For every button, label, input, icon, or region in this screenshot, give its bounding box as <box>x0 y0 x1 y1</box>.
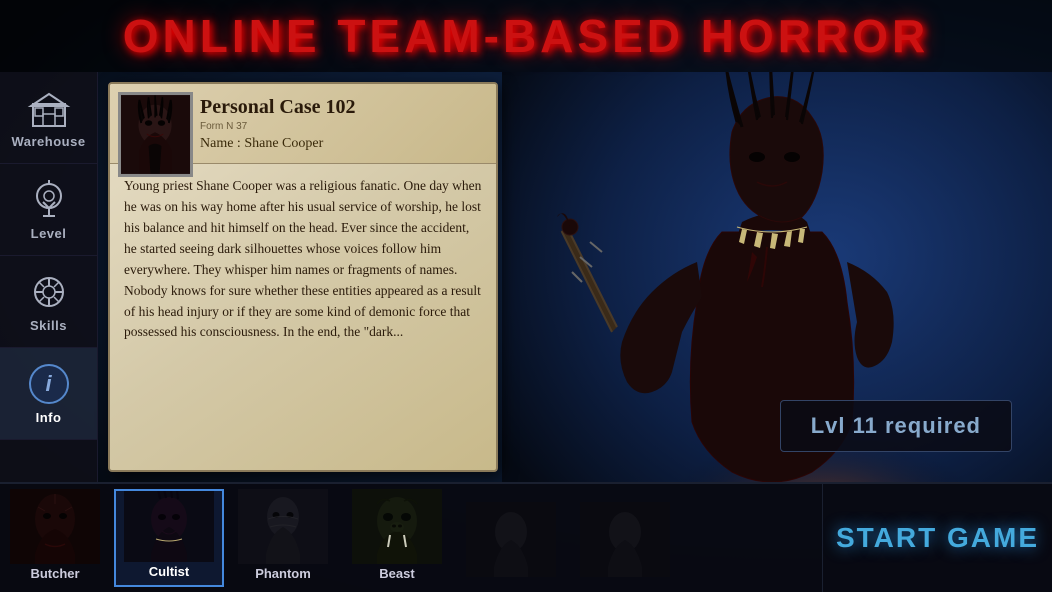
char-phantom[interactable]: Phantom <box>228 489 338 587</box>
empty-portrait-6 <box>580 502 670 577</box>
char-empty-6[interactable] <box>570 489 680 587</box>
sidebar-label-skills: Skills <box>30 318 67 333</box>
sidebar-item-warehouse[interactable]: Warehouse <box>0 72 97 164</box>
beast-face <box>342 489 452 564</box>
bottom-bar: Butcher <box>0 482 1052 592</box>
char-phantom-label: Phantom <box>255 566 311 581</box>
title-bar: ONLINE TEAM-BASED HORROR <box>0 0 1052 72</box>
case-header: Personal Case 102 Form N 37 Name : Shane… <box>110 84 496 164</box>
sidebar-label-info: Info <box>36 410 62 425</box>
char-beast[interactable]: Beast <box>342 489 452 587</box>
char-cultist-label: Cultist <box>149 564 189 579</box>
main-title: ONLINE TEAM-BASED HORROR <box>123 9 929 63</box>
sidebar: Warehouse Level <box>0 72 98 482</box>
warehouse-icon <box>27 86 71 130</box>
empty-face-5 <box>456 499 566 579</box>
character-select: Butcher <box>0 484 822 592</box>
start-game-label: START GAME <box>836 522 1039 554</box>
case-file-card: Personal Case 102 Form N 37 Name : Shane… <box>108 82 498 472</box>
phantom-face <box>228 489 338 564</box>
cultist-face <box>116 491 222 562</box>
start-game-button[interactable]: START GAME <box>822 484 1052 592</box>
char-beast-label: Beast <box>379 566 414 581</box>
sidebar-label-level: Level <box>31 226 67 241</box>
butcher-portrait <box>10 489 100 564</box>
sidebar-item-level[interactable]: Level <box>0 164 97 256</box>
level-icon <box>27 178 71 222</box>
level-requirement-badge: Lvl 11 required <box>780 400 1012 452</box>
char-empty-5[interactable] <box>456 489 566 587</box>
main-content: Lvl 11 required <box>98 72 1052 482</box>
info-icon: i <box>27 362 71 406</box>
sidebar-label-warehouse: Warehouse <box>11 134 85 149</box>
phantom-portrait <box>238 489 328 564</box>
empty-face-6 <box>570 499 680 579</box>
empty-portrait-5 <box>466 502 556 577</box>
cultist-portrait <box>124 491 214 562</box>
char-butcher-label: Butcher <box>30 566 79 581</box>
char-cultist[interactable]: Cultist <box>114 489 224 587</box>
char-butcher[interactable]: Butcher <box>0 489 110 587</box>
skills-icon <box>27 270 71 314</box>
sidebar-item-info[interactable]: i Info <box>0 348 97 440</box>
sidebar-item-skills[interactable]: Skills <box>0 256 97 348</box>
case-name: Name : Shane Cooper <box>200 136 481 152</box>
butcher-face <box>0 489 110 564</box>
case-form-num: Form N 37 <box>200 121 481 132</box>
beast-portrait <box>352 489 442 564</box>
character-photo <box>121 92 190 177</box>
case-photo <box>118 92 193 177</box>
case-title: Personal Case 102 <box>200 96 481 119</box>
case-description: Young priest Shane Cooper was a religiou… <box>124 176 482 343</box>
case-body: Young priest Shane Cooper was a religiou… <box>110 164 496 460</box>
